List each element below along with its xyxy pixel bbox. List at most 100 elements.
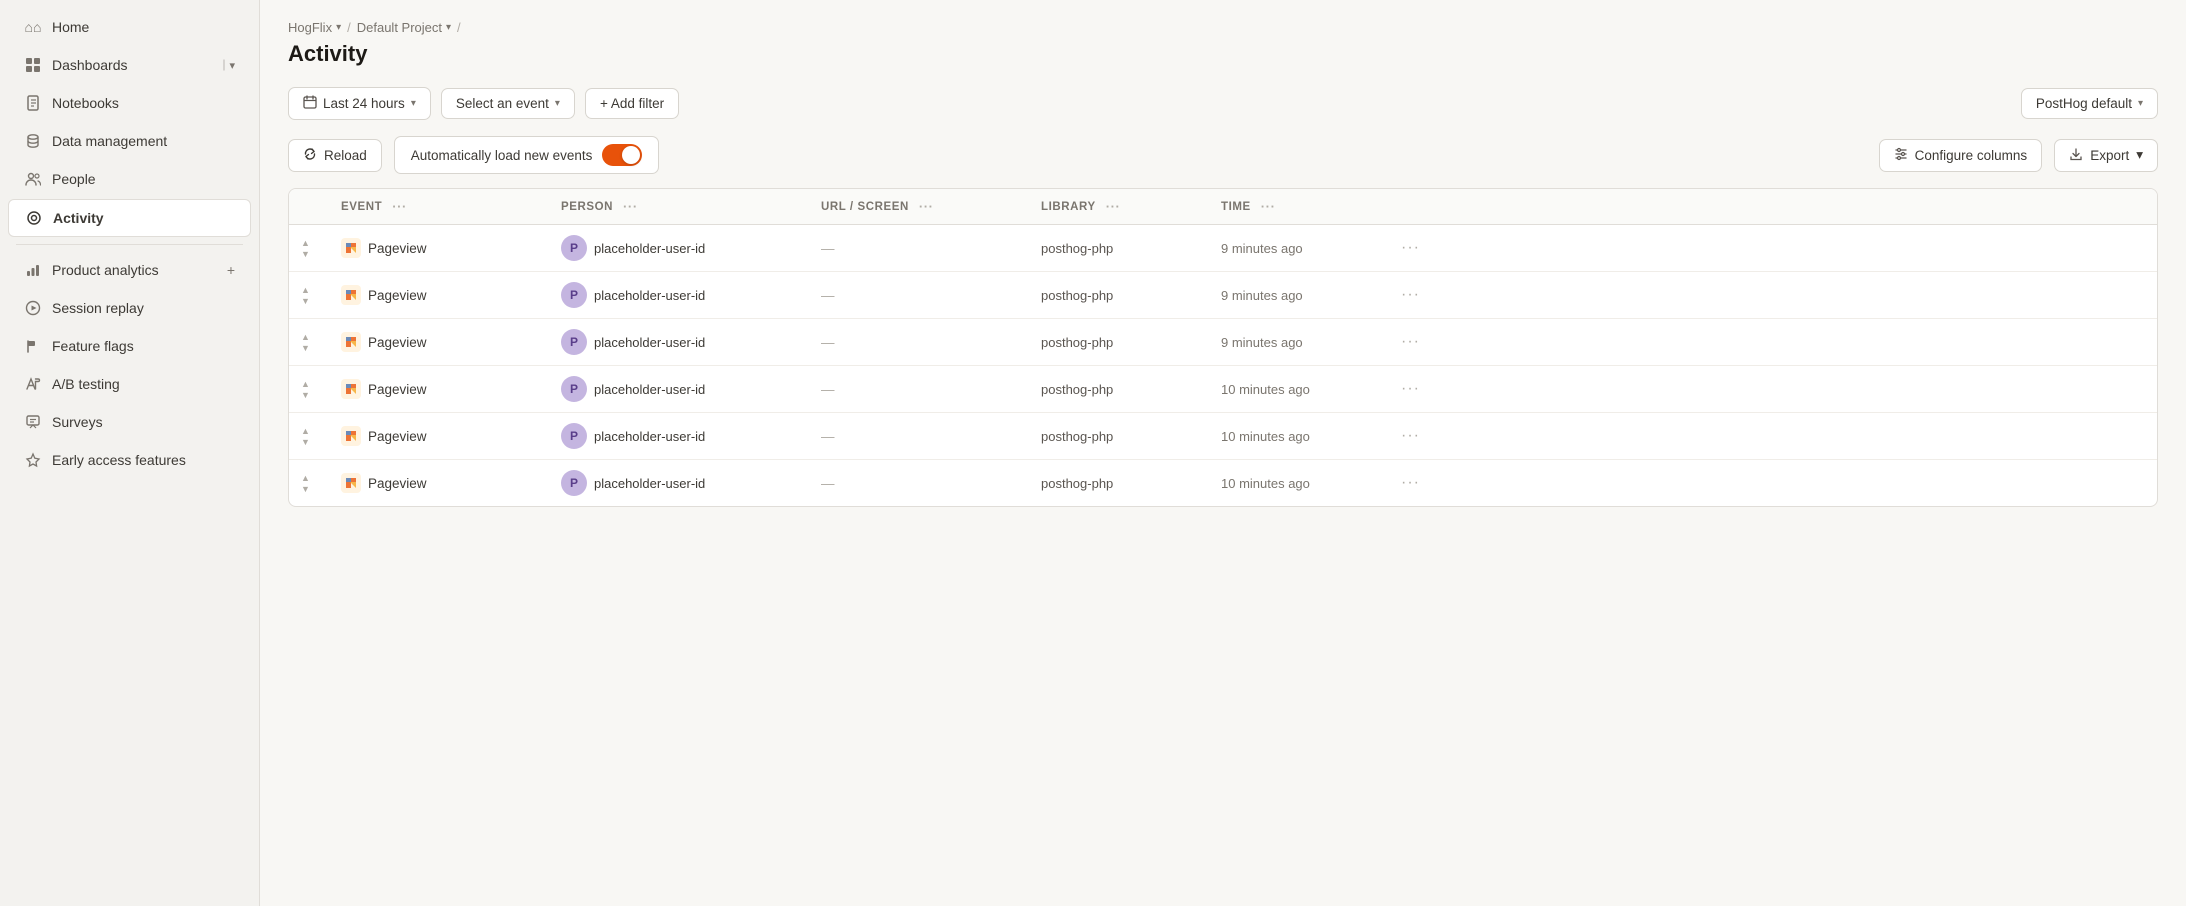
th-time: TIME ··· [1209, 189, 1389, 224]
td-library: posthog-php [1029, 372, 1209, 407]
table-row[interactable]: ▲ ▼ Pageview P placeholder-user-id — pos… [289, 366, 2157, 413]
breadcrumb-subproject[interactable]: Default Project ▾ [357, 20, 451, 35]
person-id[interactable]: placeholder-user-id [594, 241, 705, 256]
column-menu-url[interactable]: ··· [919, 199, 934, 214]
table-row[interactable]: ▲ ▼ Pageview P placeholder-user-id — pos… [289, 460, 2157, 506]
td-time: 9 minutes ago [1209, 278, 1389, 313]
sidebar-item-ab-testing[interactable]: A/B testing [8, 366, 251, 402]
row-menu-dots[interactable]: ··· [1401, 286, 1420, 304]
add-filter-button[interactable]: + Add filter [585, 88, 679, 119]
table-row[interactable]: ▲ ▼ Pageview P placeholder-user-id — pos… [289, 225, 2157, 272]
th-expand [289, 189, 329, 224]
cluster-select-button[interactable]: PostHog default ▾ [2021, 88, 2158, 119]
sidebar-item-product-analytics[interactable]: Product analytics + [8, 252, 251, 288]
sidebar-item-label: Data management [52, 133, 235, 149]
td-row-menu[interactable]: ··· [1389, 229, 1429, 267]
td-person: P placeholder-user-id [549, 413, 809, 459]
pageview-icon [341, 238, 361, 258]
td-row-menu[interactable]: ··· [1389, 464, 1429, 502]
expand-arrows[interactable]: ▲ ▼ [301, 473, 310, 494]
person-id[interactable]: placeholder-user-id [594, 335, 705, 350]
td-time: 10 minutes ago [1209, 372, 1389, 407]
sidebar-item-feature-flags[interactable]: Feature flags [8, 328, 251, 364]
td-person: P placeholder-user-id [549, 319, 809, 365]
row-menu-dots[interactable]: ··· [1401, 380, 1420, 398]
sidebar-item-early-access[interactable]: Early access features [8, 442, 251, 478]
breadcrumb-sep2: / [457, 20, 461, 35]
sidebar-item-people[interactable]: People [8, 161, 251, 197]
sidebar-item-label: A/B testing [52, 376, 235, 392]
expand-arrows[interactable]: ▲ ▼ [301, 238, 310, 259]
sidebar-item-label: Early access features [52, 452, 235, 468]
td-row-menu[interactable]: ··· [1389, 370, 1429, 408]
table-row[interactable]: ▲ ▼ Pageview P placeholder-user-id — pos… [289, 319, 2157, 366]
td-library: posthog-php [1029, 231, 1209, 266]
sidebar-item-surveys[interactable]: Surveys [8, 404, 251, 440]
library-value: posthog-php [1041, 429, 1113, 444]
person-id[interactable]: placeholder-user-id [594, 476, 705, 491]
time-filter-button[interactable]: Last 24 hours ▾ [288, 87, 431, 120]
table-header: EVENT ··· PERSON ··· URL / SCREEN ··· LI… [289, 189, 2157, 225]
row-menu-dots[interactable]: ··· [1401, 474, 1420, 492]
sidebar-item-notebooks[interactable]: Notebooks [8, 85, 251, 121]
th-actions [1389, 189, 1429, 224]
column-menu-event[interactable]: ··· [392, 199, 407, 214]
column-menu-person[interactable]: ··· [623, 199, 638, 214]
auto-load-toggle[interactable] [602, 144, 642, 166]
person-id[interactable]: placeholder-user-id [594, 382, 705, 397]
time-value: 10 minutes ago [1221, 476, 1310, 491]
row-menu-dots[interactable]: ··· [1401, 427, 1420, 445]
td-row-menu[interactable]: ··· [1389, 276, 1429, 314]
column-menu-library[interactable]: ··· [1106, 199, 1121, 214]
th-person: PERSON ··· [549, 189, 809, 224]
td-row-menu[interactable]: ··· [1389, 417, 1429, 455]
sidebar-item-activity[interactable]: Activity [8, 199, 251, 237]
library-value: posthog-php [1041, 288, 1113, 303]
table-row[interactable]: ▲ ▼ Pageview P placeholder-user-id — pos… [289, 272, 2157, 319]
row-menu-dots[interactable]: ··· [1401, 239, 1420, 257]
expand-arrows[interactable]: ▲ ▼ [301, 332, 310, 353]
avatar: P [561, 376, 587, 402]
row-menu-dots[interactable]: ··· [1401, 333, 1420, 351]
td-person: P placeholder-user-id [549, 272, 809, 318]
breadcrumb-project[interactable]: HogFlix ▾ [288, 20, 341, 35]
td-expand: ▲ ▼ [289, 369, 329, 410]
td-person: P placeholder-user-id [549, 366, 809, 412]
expand-arrows[interactable]: ▲ ▼ [301, 379, 310, 400]
sidebar-item-label: Notebooks [52, 95, 235, 111]
td-library: posthog-php [1029, 325, 1209, 360]
expand-arrows[interactable]: ▲ ▼ [301, 285, 310, 306]
sidebar-item-dashboards[interactable]: Dashboards ｜▾ [8, 47, 251, 83]
time-value: 9 minutes ago [1221, 288, 1303, 303]
auto-load-pill: Automatically load new events [394, 136, 660, 174]
person-id[interactable]: placeholder-user-id [594, 429, 705, 444]
notebook-icon [24, 94, 42, 112]
column-menu-time[interactable]: ··· [1261, 199, 1276, 214]
activity-icon [25, 209, 43, 227]
plus-icon[interactable]: + [227, 262, 235, 278]
td-row-menu[interactable]: ··· [1389, 323, 1429, 361]
table-row[interactable]: ▲ ▼ Pageview P placeholder-user-id — pos… [289, 413, 2157, 460]
event-filter-button[interactable]: Select an event ▾ [441, 88, 575, 119]
url-value: — [821, 335, 835, 350]
sidebar-item-label: Product analytics [52, 262, 217, 278]
library-value: posthog-php [1041, 335, 1113, 350]
flag-icon [24, 337, 42, 355]
event-name: Pageview [368, 241, 427, 256]
page-title: Activity [288, 41, 2158, 67]
sidebar-item-session-replay[interactable]: Session replay [8, 290, 251, 326]
td-event: Pageview [329, 228, 549, 268]
reload-button[interactable]: Reload [288, 139, 382, 172]
sidebar-item-label: People [52, 171, 235, 187]
export-button[interactable]: Export ▾ [2054, 139, 2158, 172]
person-id[interactable]: placeholder-user-id [594, 288, 705, 303]
sidebar-item-home[interactable]: ⌂ Home [8, 9, 251, 45]
event-name: Pageview [368, 382, 427, 397]
pageview-icon [341, 379, 361, 399]
url-value: — [821, 382, 835, 397]
event-name: Pageview [368, 335, 427, 350]
configure-columns-button[interactable]: Configure columns [1879, 139, 2043, 172]
expand-arrows[interactable]: ▲ ▼ [301, 426, 310, 447]
sidebar-item-data-management[interactable]: Data management [8, 123, 251, 159]
th-url: URL / SCREEN ··· [809, 189, 1029, 224]
